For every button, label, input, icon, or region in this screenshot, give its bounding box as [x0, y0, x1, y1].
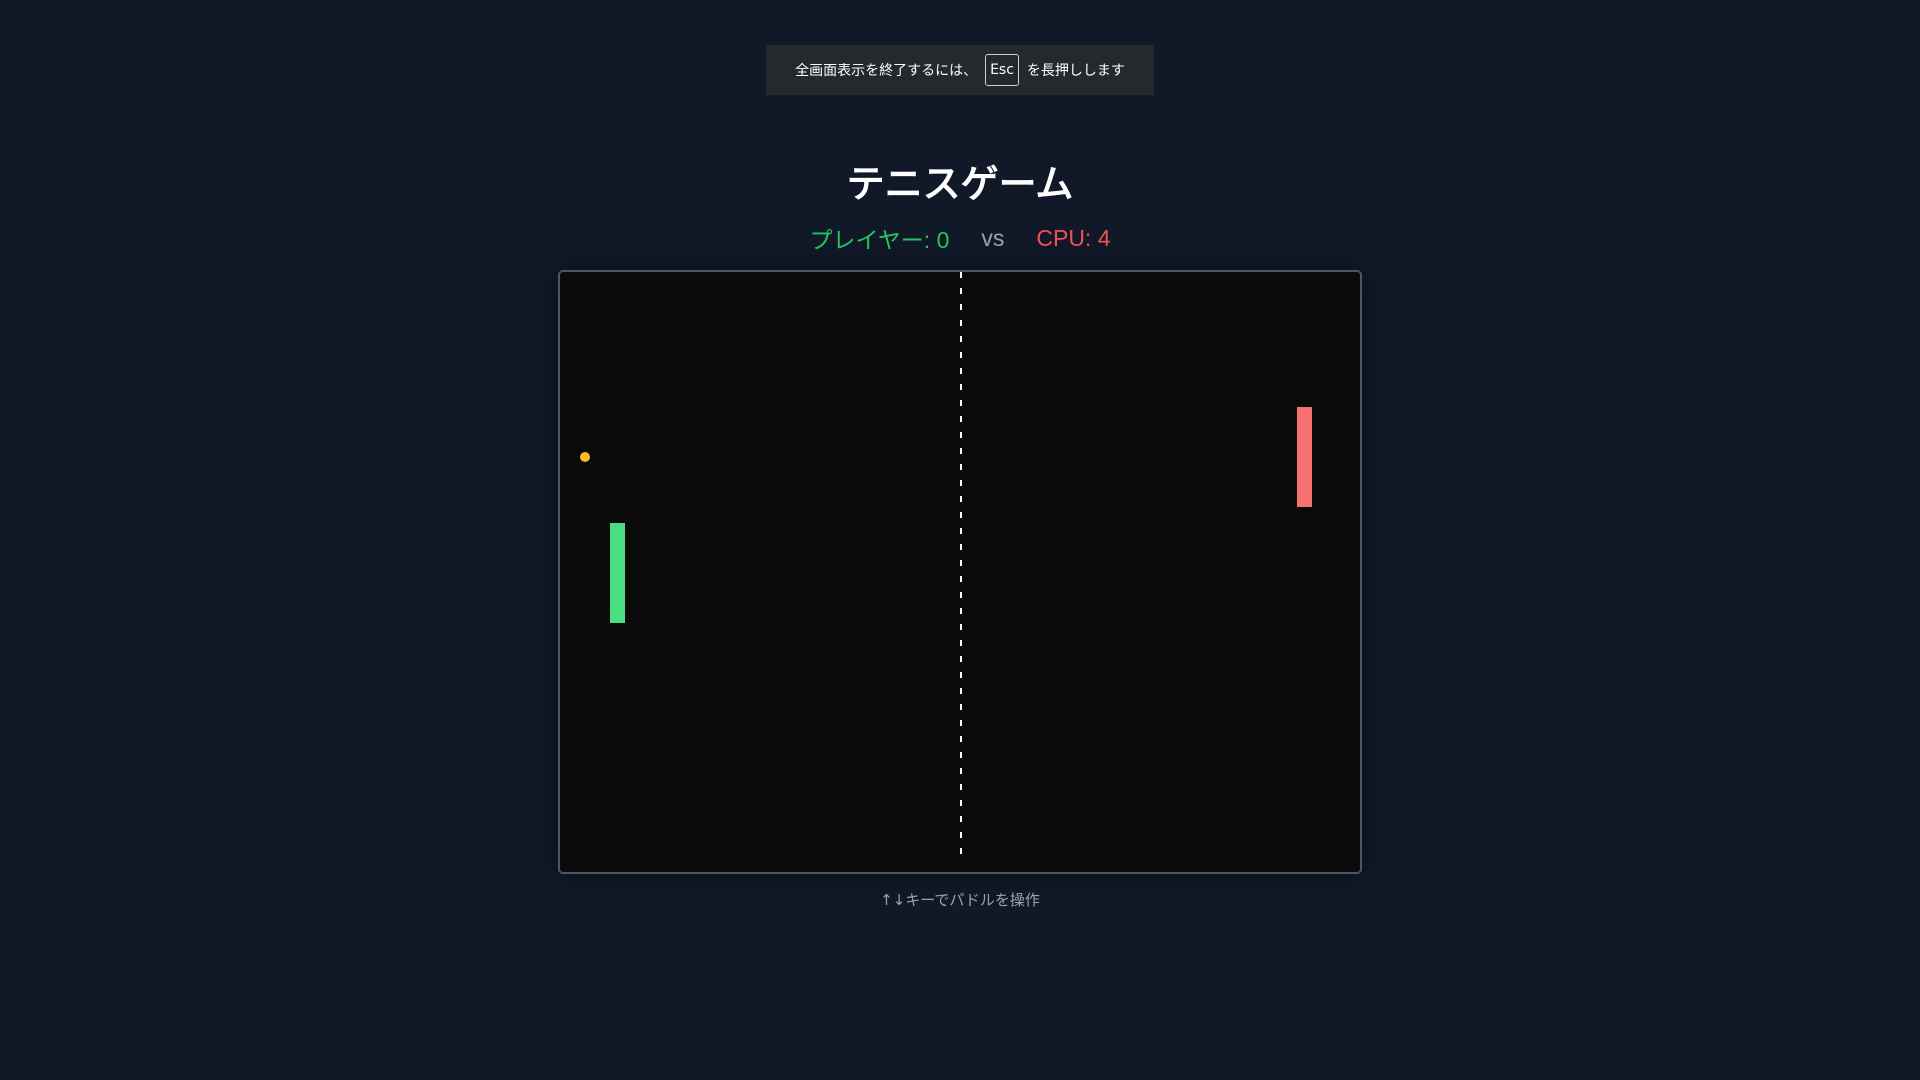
- player-score: プレイヤー: 0: [809, 227, 950, 253]
- game-page: 全画面表示を終了するには、 Esc を長押しします テニスゲーム プレイヤー: …: [0, 0, 1920, 1080]
- vs-label: vs: [981, 224, 1005, 251]
- game-court[interactable]: [558, 270, 1362, 874]
- fullscreen-notice-text-after: を長押しします: [1026, 63, 1125, 79]
- cpu-paddle: [1297, 407, 1312, 507]
- scoreboard: プレイヤー: 0 vs CPU: 4: [0, 222, 1920, 254]
- cpu-score: CPU: 4: [1036, 224, 1111, 251]
- esc-key-badge: Esc: [985, 54, 1019, 86]
- game-title: テニスゲーム: [846, 162, 1074, 206]
- player-paddle[interactable]: [610, 523, 625, 623]
- center-net: [960, 272, 962, 858]
- fullscreen-notice-text-before: 全画面表示を終了するには、: [795, 63, 978, 79]
- ball: [580, 452, 590, 462]
- fullscreen-exit-notice: 全画面表示を終了するには、 Esc を長押しします: [766, 45, 1154, 95]
- controls-hint: ↑↓キーでパドルを操作: [880, 891, 1040, 909]
